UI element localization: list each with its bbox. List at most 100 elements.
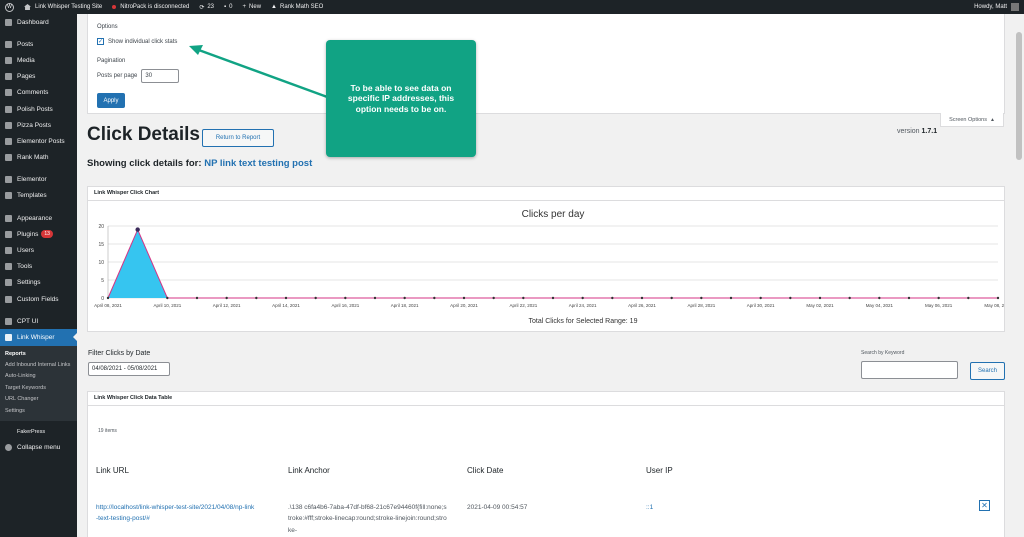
x-tick-label-4: April 16, 2021: [331, 303, 359, 308]
posts-per-page-input[interactable]: 30: [141, 69, 180, 83]
submenu-item-target-keywords[interactable]: Target Keywords: [0, 383, 77, 394]
show-click-stats-checkbox[interactable]: ✓: [97, 38, 104, 45]
column-header-user-ip[interactable]: User IP: [646, 466, 673, 475]
admin-sidebar: Dashboard Posts Media Pages Comments Polish P…: [0, 14, 77, 537]
nitropack-status[interactable]: NitroPack is disconnected: [107, 0, 194, 14]
sidebar-item-rank-math[interactable]: Rank Math: [0, 150, 77, 166]
sidebar-item-link-whisper[interactable]: Link Whisper: [0, 329, 77, 346]
x-tick-label-10: April 28, 2021: [687, 303, 715, 308]
data-point-2021-05-03: [848, 296, 851, 300]
data-point-2021-05-02: [818, 296, 822, 300]
table-cell-link-anchor: .\138 c6fa4b6-7aba-47df-bf68-21c67e94460…: [288, 504, 447, 534]
sidebar-item-label: Dashboard: [17, 18, 49, 26]
sidebar-item-elementor-posts[interactable]: Elementor Posts: [0, 133, 77, 149]
plus-icon: +: [242, 4, 247, 10]
comments-link[interactable]: ▪ 0: [219, 0, 237, 14]
sidebar-item-users[interactable]: Users: [0, 242, 77, 258]
sidebar-item-polish-posts[interactable]: Polish Posts: [0, 101, 77, 117]
y-tick-label-0: 0: [101, 296, 104, 302]
chart-box-title: Link Whisper Click Chart: [88, 187, 1004, 201]
sidebar-item-label: Tools: [17, 263, 33, 271]
rankmath-link[interactable]: ▲ Rank Math SEO: [266, 0, 328, 14]
checkbox-label: Show individual click stats: [108, 38, 178, 45]
apply-button[interactable]: Apply: [97, 93, 125, 108]
sidebar-item-label: Appearance: [17, 214, 53, 222]
data-point-2021-05-05: [907, 296, 911, 300]
data-point-2021-04-13: [255, 296, 258, 300]
sidebar-item-plugins[interactable]: Plugins 13: [0, 226, 77, 242]
delete-row-button[interactable]: ✕: [979, 500, 990, 511]
submenu-item-reports[interactable]: Reports: [0, 349, 77, 360]
data-point-2021-04-15: [314, 296, 317, 300]
sidebar-item-label: Posts: [17, 40, 34, 48]
x-tick-label-8: April 24, 2021: [569, 303, 597, 308]
keyword-search-input[interactable]: [861, 361, 958, 379]
submenu-item-settings[interactable]: Settings: [0, 406, 77, 417]
sidebar-item-media[interactable]: Media: [0, 52, 77, 68]
sidebar-item-dashboard[interactable]: Dashboard: [0, 14, 77, 30]
show-click-stats-option[interactable]: ✓ Show individual click stats: [97, 38, 177, 45]
scrollbar-thumb[interactable]: [1016, 32, 1022, 160]
sidebar-item-pages[interactable]: Pages: [0, 69, 77, 85]
refresh-icon: ⟳: [199, 4, 205, 11]
sidebar-item-tools[interactable]: Tools: [0, 259, 77, 275]
x-tick-label-6: April 20, 2021: [450, 303, 478, 308]
post-title-link[interactable]: NP link text testing post: [204, 158, 312, 169]
sidebar-item-elementor[interactable]: Elementor: [0, 172, 77, 188]
return-to-report-button[interactable]: Return to Report: [202, 129, 274, 147]
sidebar-item-posts[interactable]: Posts: [0, 36, 77, 52]
sidebar-item-templates[interactable]: Templates: [0, 188, 77, 204]
wp-logo-icon[interactable]: W: [0, 0, 19, 14]
submenu-item-auto-linking[interactable]: Auto-Linking: [0, 371, 77, 382]
sidebar-item-label: Media: [17, 56, 35, 64]
posts-per-page-row: Posts per page 30: [97, 69, 180, 83]
rankmath-icon: ▲: [271, 4, 277, 10]
sidebar-item-cpt-ui[interactable]: CPT UI: [0, 313, 77, 329]
new-content-link[interactable]: + New: [238, 0, 267, 14]
sidebar-item-settings[interactable]: Settings: [0, 275, 77, 291]
sidebar-item-custom-fields[interactable]: Custom Fields: [0, 291, 77, 307]
submenu-item-add-inbound-internal-links[interactable]: Add Inbound Internal Links: [0, 360, 77, 371]
collapse-icon: [5, 443, 12, 451]
site-name-link[interactable]: Link Whisper Testing Site: [19, 0, 107, 14]
date-range-input[interactable]: 04/08/2021 - 05/08/2021: [88, 362, 170, 376]
items-count: 19 items: [98, 428, 117, 434]
data-point-2021-04-25: [611, 296, 614, 300]
brush-icon: [5, 214, 12, 222]
sidebar-item-comments[interactable]: Comments: [0, 85, 77, 101]
x-tick-label-1: April 10, 2021: [153, 303, 181, 308]
sidebar-item-pizza-posts[interactable]: Pizza Posts: [0, 117, 77, 133]
table-cell-link-url[interactable]: http://localhost/link-whisper-test-site/…: [96, 502, 256, 525]
search-button[interactable]: Search: [970, 362, 1005, 380]
x-tick-label-7: April 22, 2021: [509, 303, 537, 308]
submenu-item-url-changer[interactable]: URL Changer: [0, 394, 77, 405]
plugin-icon: [5, 230, 12, 238]
column-header-click-date[interactable]: Click Date: [467, 466, 503, 475]
total-clicks-label: Total Clicks for Selected Range: 19: [529, 318, 638, 325]
pin-icon: [5, 40, 12, 48]
options-heading: Options: [97, 24, 118, 30]
data-point-2021-05-07: [967, 296, 970, 300]
page-scrollbar[interactable]: [1014, 14, 1024, 537]
sidebar-item-appearance[interactable]: Appearance: [0, 210, 77, 226]
sidebar-item-fakerpress[interactable]: FakerPress: [0, 421, 77, 439]
sidebar-item-label: Pizza Posts: [17, 121, 51, 129]
column-header-link-url[interactable]: Link URL: [96, 466, 129, 475]
collapse-menu-button[interactable]: Collapse menu: [0, 439, 77, 455]
settings-icon: [5, 279, 12, 287]
column-header-link-anchor[interactable]: Link Anchor: [288, 466, 330, 475]
plugin-update-badge: 13: [41, 230, 53, 239]
x-tick-label-13: May 04, 2021: [866, 303, 894, 308]
screen-options-toggle[interactable]: Screen Options ▲: [940, 113, 1004, 127]
updates-link[interactable]: ⟳ 23: [194, 0, 219, 14]
table-cell-user-ip[interactable]: ::1: [646, 502, 653, 513]
data-point-2021-04-09: [135, 227, 140, 232]
pin-icon: [5, 137, 12, 145]
data-point-2021-05-08: [996, 296, 1000, 300]
data-point-2021-05-04: [878, 296, 881, 300]
data-point-2021-04-26: [640, 296, 644, 300]
data-point-2021-04-11: [195, 296, 199, 300]
sidebar-item-label: Comments: [17, 89, 49, 97]
user-account-link[interactable]: Howdy, Matt: [969, 0, 1024, 14]
elementor-icon: [5, 176, 12, 184]
